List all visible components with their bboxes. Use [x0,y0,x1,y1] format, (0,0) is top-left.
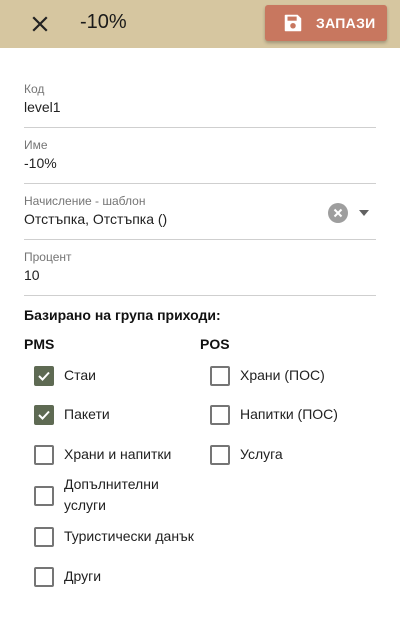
checkbox-box[interactable] [210,445,230,465]
checkbox-service[interactable]: Услуга [210,444,380,466]
checkbox-drinks-pos[interactable]: Напитки (ПОС) [210,404,380,426]
checkbox-box[interactable] [34,366,54,386]
checkbox-label: Храни и напитки [64,446,172,462]
checkbox-label: Услуга [240,446,283,462]
form-card: Код level1 Име -10% Начисление - шаблон … [0,48,400,620]
percent-underline [24,295,376,296]
pms-column-title: PMS [24,336,55,352]
code-label: Код [24,82,45,96]
checkbox-tourist-tax[interactable]: Туристически данък [34,526,204,548]
checkbox-box[interactable] [34,527,54,547]
code-underline [24,127,376,128]
close-button[interactable] [28,12,52,36]
checkbox-label: Пакети [64,406,110,422]
name-value[interactable]: -10% [24,155,57,171]
template-underline [24,239,376,240]
checkbox-packages[interactable]: Пакети [34,404,194,426]
checkbox-label: Допълнителни услуги [64,476,159,513]
floppy-disk-icon [284,14,302,32]
checkbox-box[interactable] [34,486,54,506]
checkbox-food-and-beverages[interactable]: Храни и напитки [34,444,194,466]
checkbox-box[interactable] [34,445,54,465]
close-icon [32,16,48,32]
pos-column-title: POS [200,336,230,352]
checkbox-label: Храни (ПОС) [240,367,325,383]
checkbox-label: Напитки (ПОС) [240,406,338,422]
checkbox-label: Други [64,568,102,584]
checkbox-rooms[interactable]: Стаи [34,365,194,387]
checkmark-icon [38,371,50,381]
checkbox-other[interactable]: Други [34,566,194,588]
save-button-label: ЗАПАЗИ [316,15,376,31]
chevron-down-icon[interactable] [359,210,369,216]
save-button[interactable]: ЗАПАЗИ [265,5,387,41]
checkbox-food-pos[interactable]: Храни (ПОС) [210,365,380,387]
template-label: Начисление - шаблон [24,194,146,208]
revenue-group-title: Базирано на група приходи: [24,307,221,323]
checkbox-box[interactable] [210,366,230,386]
percent-label: Процент [24,250,72,264]
checkmark-icon [38,410,50,420]
clear-icon[interactable] [328,203,348,223]
checkbox-box[interactable] [210,405,230,425]
checkbox-label: Стаи [64,367,96,383]
checkbox-box[interactable] [34,567,54,587]
name-label: Име [24,138,48,152]
template-value[interactable]: Отстъпка, Отстъпка () [24,211,167,227]
checkbox-box[interactable] [34,405,54,425]
percent-value[interactable]: 10 [24,267,40,283]
page-title: -10% [80,11,127,33]
name-underline [24,183,376,184]
checkbox-additional-services[interactable]: Допълнителни услуги [34,474,194,518]
code-value[interactable]: level1 [24,99,61,115]
top-app-bar: -10% ЗАПАЗИ [0,0,400,48]
checkbox-label: Туристически данък [64,528,194,544]
